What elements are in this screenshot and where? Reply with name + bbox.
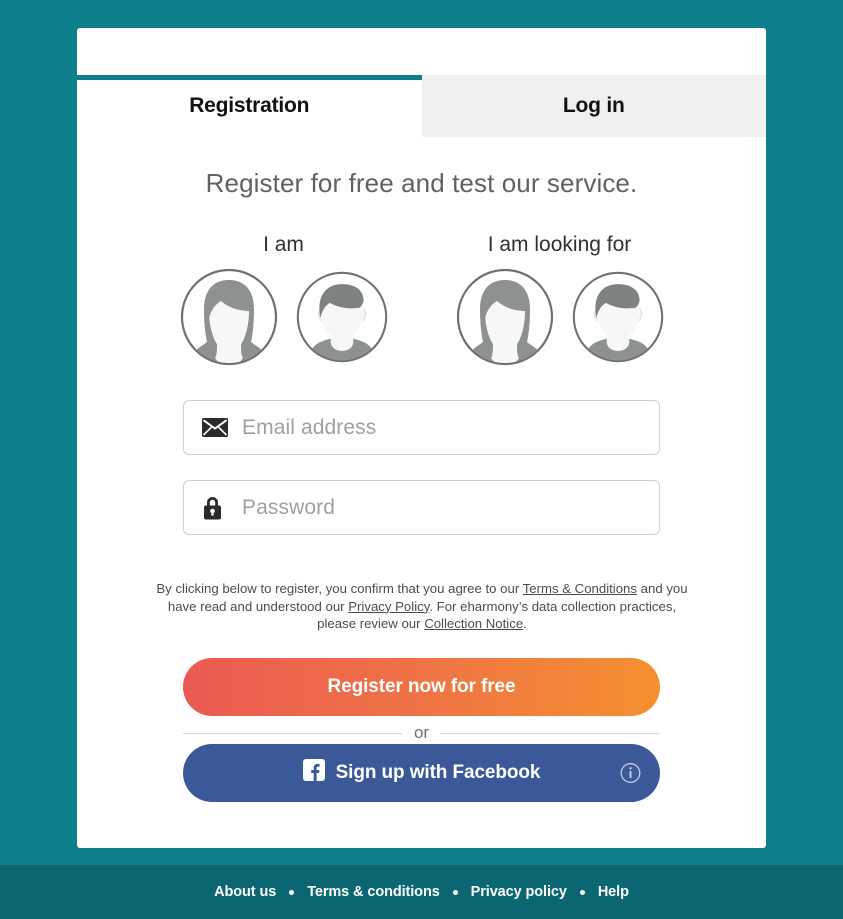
gender-selection: I am I am looking for [77,233,766,367]
footer-links: About us Terms & conditions Privacy poli… [214,884,629,900]
tab-registration[interactable]: Registration [77,75,422,137]
legal-text-part1: By clicking below to register, you confi… [156,581,523,596]
envelope-icon [202,418,230,437]
tab-registration-label: Registration [189,94,310,117]
tab-login[interactable]: Log in [421,75,766,137]
lock-icon [202,495,230,520]
gender-seeking-options [455,267,665,367]
gender-self-male-avatar-icon[interactable] [295,270,389,364]
gender-self-options [179,267,389,367]
email-placeholder: Email address [242,415,377,439]
gender-group-self: I am [179,233,389,367]
facebook-signup-label: Sign up with Facebook [335,762,541,783]
email-field[interactable]: Email address [183,400,660,455]
footer-link-about-us[interactable]: About us [214,884,276,900]
or-divider: or [183,720,660,746]
register-button[interactable]: Register now for free [183,658,660,716]
footer-separator-dot [452,889,458,895]
divider-line-left [183,732,402,734]
auth-tabs: Registration Log in [77,75,766,137]
privacy-policy-link[interactable]: Privacy Policy [348,599,429,614]
page-title: Register for free and test our service. [205,168,638,198]
gender-seeking-label: I am looking for [487,233,632,256]
page-footer: About us Terms & conditions Privacy poli… [0,865,843,919]
legal-text-part4: . [523,616,527,631]
divider-line-right [441,732,660,734]
collection-notice-link[interactable]: Collection Notice [424,616,523,631]
gender-seeking-female-avatar-icon[interactable] [455,267,555,367]
tab-login-label: Log in [562,94,625,117]
divider-label: or [413,723,430,742]
gender-self-label: I am [263,233,304,256]
footer-link-terms-conditions[interactable]: Terms & conditions [307,884,440,900]
gender-self-female-avatar-icon[interactable] [179,267,279,367]
page-root: Registration Log in Register for free an… [0,0,843,919]
footer-link-privacy-policy[interactable]: Privacy policy [471,884,567,900]
footer-separator-dot [289,889,295,895]
footer-separator-dot [579,889,585,895]
password-field[interactable]: Password [183,480,660,535]
legal-disclaimer: By clicking below to register, you confi… [147,580,697,633]
registration-card: Registration Log in Register for free an… [77,28,766,848]
info-circle-icon[interactable] [620,763,641,784]
footer-link-help[interactable]: Help [598,884,629,900]
terms-conditions-link[interactable]: Terms & Conditions [523,581,637,596]
password-placeholder: Password [242,495,336,519]
facebook-signup-button[interactable]: Sign up with Facebook [183,744,660,802]
gender-seeking-male-avatar-icon[interactable] [571,270,665,364]
facebook-f-icon [302,759,325,787]
gender-group-seeking: I am looking for [455,233,665,367]
